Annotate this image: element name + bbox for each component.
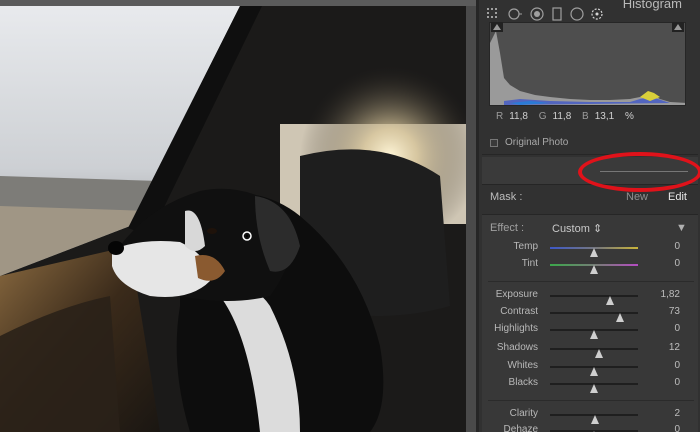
slider-highlights: Highlights 0	[482, 323, 698, 339]
histogram-curve	[490, 31, 685, 105]
slider-thumb[interactable]	[590, 248, 598, 257]
readout-r-label: R	[496, 111, 504, 122]
slider-whites: Whites 0	[482, 360, 698, 376]
mask-new-button[interactable]: New	[626, 191, 648, 203]
slider-shadows: Shadows 12	[482, 342, 698, 358]
slider-track[interactable]	[550, 312, 638, 322]
spot-removal-icon[interactable]	[508, 7, 522, 21]
slider-value[interactable]: 1,82	[661, 289, 680, 300]
slider-value[interactable]: 2	[674, 408, 680, 419]
slider-contrast: Contrast 73	[482, 306, 698, 322]
slider-label: Tint	[521, 258, 538, 269]
mask-edit-button[interactable]: Edit	[668, 191, 687, 203]
slider-track[interactable]	[550, 348, 638, 358]
slider-value[interactable]: 0	[674, 241, 680, 252]
slider-label: Shadows	[496, 342, 538, 353]
slider-label: Blacks	[508, 377, 538, 388]
collapse-triangle-icon[interactable]: ▼	[676, 222, 687, 234]
readout-g-value: 11,8	[552, 111, 572, 122]
slider-thumb[interactable]	[590, 415, 599, 424]
histogram-graph[interactable]	[489, 22, 686, 106]
effect-label: Effect :	[490, 222, 525, 234]
slider-clarity: Clarity 2	[482, 408, 698, 424]
readout-r-value: 11,8	[509, 111, 528, 122]
highlight-clipping-icon[interactable]	[672, 22, 684, 32]
slider-label: Contrast	[500, 306, 538, 317]
photo-preview[interactable]	[0, 6, 466, 432]
adjustment-brush-icon[interactable]	[590, 7, 604, 21]
photo-canvas-area	[0, 0, 476, 432]
slider-label: Dehaze	[503, 424, 538, 432]
slider-value[interactable]: 0	[674, 360, 680, 371]
slider-track[interactable]	[550, 414, 638, 424]
crop-icon[interactable]	[486, 7, 500, 21]
panel-splitter[interactable]	[466, 6, 476, 432]
mask-row: Mask : New Edit	[490, 191, 690, 203]
slider-value[interactable]: 12	[669, 342, 680, 353]
slider-track[interactable]	[550, 366, 638, 376]
slider-label: Clarity	[509, 408, 538, 419]
slider-dehaze: Dehaze 0	[482, 424, 698, 432]
readout-b-label: B	[582, 111, 589, 122]
readout-unit: %	[624, 111, 634, 122]
readout-b-value: 13,1	[594, 111, 615, 122]
original-photo-checkbox[interactable]	[490, 138, 498, 147]
rgb-readout: R 11,8 G 11,8 B 13,1 %	[496, 111, 642, 122]
original-photo-toggle[interactable]: Original Photo	[490, 137, 568, 148]
slider-track[interactable]	[550, 264, 638, 274]
slider-track[interactable]	[550, 247, 638, 257]
original-photo-label: Original Photo	[505, 137, 569, 148]
highlight-annotation-ellipse	[578, 152, 700, 192]
histogram-title[interactable]: Histogram	[623, 0, 682, 11]
slider-label: Highlights	[494, 323, 538, 334]
effect-preset-select[interactable]: Custom ⇕	[552, 222, 602, 235]
slider-temp: Temp 0	[482, 241, 698, 257]
slider-blacks: Blacks 0	[482, 377, 698, 393]
mask-label: Mask :	[490, 191, 523, 203]
slider-value[interactable]: 0	[674, 258, 680, 269]
panel-edge	[476, 0, 479, 432]
radial-filter-icon[interactable]	[570, 7, 584, 21]
slider-value[interactable]: 0	[674, 424, 680, 432]
slider-label: Exposure	[495, 289, 538, 300]
effect-preset-value: Custom	[552, 223, 590, 235]
slider-track[interactable]	[550, 329, 638, 339]
effect-row: Effect : Custom ⇕ ▼	[490, 222, 687, 235]
slider-exposure: Exposure 1,82	[482, 289, 698, 305]
slider-thumb[interactable]	[590, 265, 598, 274]
red-eye-icon[interactable]	[530, 7, 544, 21]
preset-chevron-icon: ⇕	[592, 223, 603, 235]
dog-photo-illustration	[0, 6, 466, 432]
slider-thumb[interactable]	[590, 367, 598, 376]
slider-thumb[interactable]	[595, 349, 604, 358]
slider-label: Whites	[507, 360, 538, 371]
slider-thumb[interactable]	[590, 384, 598, 393]
slider-track[interactable]	[550, 383, 638, 393]
slider-thumb[interactable]	[590, 330, 598, 339]
slider-thumb[interactable]	[605, 296, 614, 305]
slider-tint: Tint 0	[482, 258, 698, 274]
slider-value[interactable]: 73	[669, 306, 680, 317]
shadow-clipping-icon[interactable]	[491, 22, 503, 32]
graduated-filter-icon[interactable]	[550, 7, 564, 21]
readout-g-label: G	[538, 111, 547, 122]
slider-group-divider	[488, 281, 694, 282]
slider-thumb[interactable]	[616, 313, 625, 322]
slider-group-divider	[488, 400, 694, 401]
slider-value[interactable]: 0	[674, 377, 680, 388]
slider-value[interactable]: 0	[674, 323, 680, 334]
slider-track[interactable]	[550, 295, 638, 305]
slider-label: Temp	[513, 241, 538, 252]
